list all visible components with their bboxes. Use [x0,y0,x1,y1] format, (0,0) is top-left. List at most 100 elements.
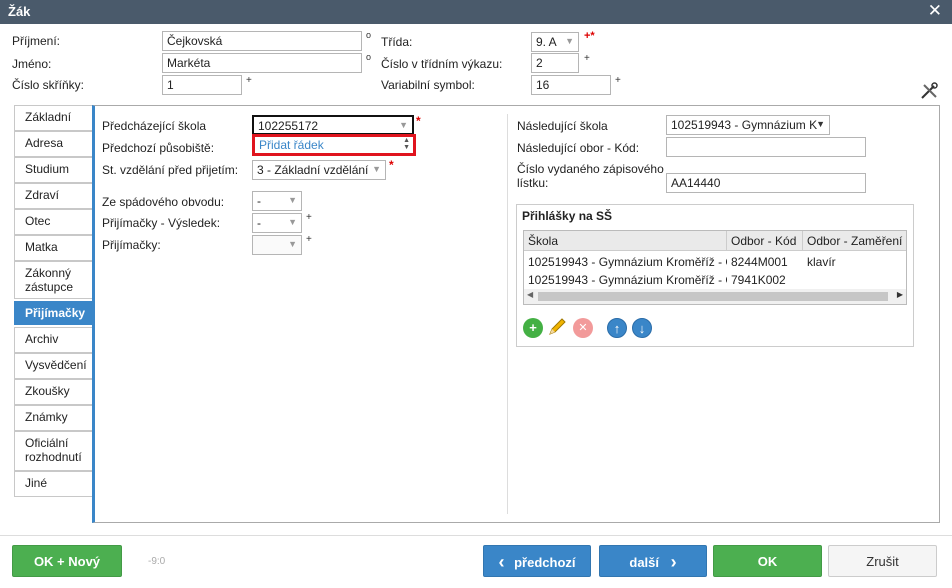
previous-button-label: předchozí [514,555,576,570]
chevron-left-icon: ‹ [498,552,505,572]
chevron-down-icon: ▼ [288,239,297,249]
name-input[interactable] [162,53,362,73]
admission-select[interactable]: ▼ [252,235,302,255]
varsym-label: Variabilní symbol: [381,78,475,92]
grid-header: Škola Odbor - Kód Odbor - Zaměření [524,231,906,251]
district-value: - [257,194,261,208]
class-mark: +* [584,30,595,42]
tab-zkousky[interactable]: Zkoušky [14,379,92,405]
next-school-select[interactable]: 102519943 - Gymnázium K ▼ [666,115,830,135]
scroll-right-icon[interactable]: ▶ [897,290,903,299]
cell-odbor-zamereni [803,271,906,289]
prev-school-required: * [416,114,421,128]
ok-new-button[interactable]: OK + Nový [12,545,122,577]
tab-archiv[interactable]: Archiv [14,327,92,353]
next-school-label: Následující škola [517,119,608,133]
edu-level-label: St. vzdělání před přijetím: [102,163,239,177]
prev-school-label: Předcházející škola [102,119,207,133]
varsym-input[interactable] [531,75,611,95]
result-select[interactable]: - ▼ [252,213,302,233]
class-report-label: Číslo v třídním výkazu: [381,57,503,71]
window-titlebar: Žák ✕ [0,0,952,24]
district-label: Ze spádového obvodu: [102,195,225,209]
tools-icon[interactable] [920,82,938,100]
tab-znamky[interactable]: Známky [14,405,92,431]
admission-mark: + [306,234,312,245]
next-button[interactable]: další › [599,545,707,577]
column-header-odbor-zamereni[interactable]: Odbor - Zaměření [803,231,906,251]
tab-oficialni-rozhodnuti[interactable]: Oficiální rozhodnutí [14,431,92,471]
chevron-down-icon: ▼ [288,217,297,227]
window-title: Žák [8,4,31,19]
prev-action-select[interactable]: Přidat řádek ▲ ▼ [252,134,416,156]
next-school-value: 102519943 - Gymnázium K [671,118,818,132]
footer-divider [0,535,952,536]
applications-grid: Škola Odbor - Kód Odbor - Zaměření 10251… [523,230,907,305]
column-header-odbor-kod[interactable]: Odbor - Kód [727,231,803,251]
cert-label: Číslo vydaného zápisového lístku: [517,162,664,190]
tab-zakladni[interactable]: Základní [14,105,92,131]
cell-skola: 102519943 - Gymnázium Kroměříž - Gymnázi… [528,255,727,269]
locker-input[interactable] [162,75,242,95]
table-row[interactable]: 102519943 - Gymnázium Kroměříž - Gymnázi… [524,271,906,289]
stepper-arrows-icon[interactable]: ▲ ▼ [403,137,410,151]
tab-zdravi[interactable]: Zdraví [14,183,92,209]
tab-studium[interactable]: Studium [14,157,92,183]
pencil-icon[interactable] [547,317,567,337]
tab-jine[interactable]: Jiné [14,471,92,497]
arrow-down-icon[interactable]: ↓ [632,318,652,338]
chevron-down-icon: ▼ [372,164,381,174]
cell-odbor-kod: 7941K002 [731,273,786,287]
result-mark: + [306,212,312,223]
edu-level-required: * [389,158,394,172]
arrow-up-icon[interactable]: ↑ [607,318,627,338]
status-text: -9:0 [148,556,166,567]
name-label: Jméno: [12,57,52,71]
previous-button[interactable]: ‹ předchozí [483,545,591,577]
tab-adresa[interactable]: Adresa [14,131,92,157]
cell-odbor-zamereni: klavír [807,255,836,269]
add-icon[interactable]: + [523,318,543,338]
prev-action-value: Přidat řádek [259,138,324,152]
cell-skola: 102519943 - Gymnázium Kroměříž - Gymnázi… [528,273,727,287]
class-select[interactable]: 9. A ▼ [531,32,579,52]
result-value: - [257,216,261,230]
close-icon[interactable]: ✕ [928,1,942,21]
scrollbar-thumb[interactable] [538,292,888,301]
next-field-label: Následující obor - Kód: [517,141,640,155]
surname-input[interactable] [162,31,362,51]
horizontal-scrollbar[interactable]: ◀ ▶ [524,289,906,304]
ok-button[interactable]: OK [713,545,822,577]
applications-group: Přihlášky na SŠ Škola Odbor - Kód Odbor … [516,204,914,347]
locker-label: Číslo skříňky: [12,78,85,92]
table-row[interactable]: 102519943 - Gymnázium Kroměříž - Gymnázi… [524,253,906,271]
chevron-down-icon: ▼ [399,120,408,130]
tab-vysvedceni[interactable]: Vysvědčení [14,353,92,379]
tab-prijimacky[interactable]: Přijímačky [14,301,92,325]
tab-zakonny-zastupce[interactable]: Zákonný zástupce [14,261,92,299]
prev-school-select[interactable]: 102255172 ▼ [252,115,414,135]
next-button-label: další [629,555,659,570]
class-report-input[interactable] [531,53,579,73]
district-select[interactable]: - ▼ [252,191,302,211]
next-field-input[interactable] [666,137,866,157]
column-header-skola[interactable]: Škola [524,231,727,251]
cancel-button[interactable]: Zrušit [828,545,937,577]
admission-label: Přijímačky: [102,238,161,252]
cert-input[interactable] [666,173,866,193]
tab-otec[interactable]: Otec [14,209,92,235]
chevron-down-icon: ▼ [288,195,297,205]
edu-level-select[interactable]: 3 - Základní vzdělání ▼ [252,160,386,180]
tab-matka[interactable]: Matka [14,235,92,261]
edu-level-value: 3 - Základní vzdělání [257,163,369,177]
result-label: Přijímačky - Výsledek: [102,216,221,230]
class-label: Třída: [381,35,413,49]
chevron-right-icon: › [670,552,677,572]
class-report-mark: + [584,53,590,64]
chevron-down-icon: ▼ [565,36,574,46]
varsym-mark: + [615,75,621,86]
prev-action-label: Předchozí působiště: [102,141,215,155]
chevron-down-icon: ▼ [816,119,825,129]
delete-icon[interactable]: ✕ [573,318,593,338]
scroll-left-icon[interactable]: ◀ [527,290,533,299]
